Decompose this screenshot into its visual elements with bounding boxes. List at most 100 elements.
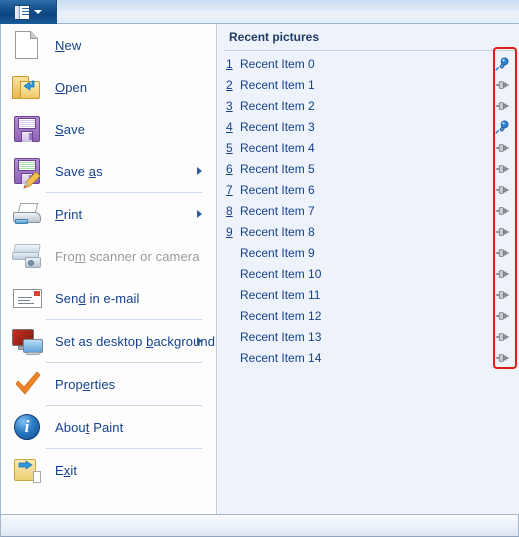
pin-icon-unpinned[interactable] [495, 204, 510, 218]
recent-pictures-list: 1 Recent Item 0 2 Recent Item 1 3 Recent Item… [218, 53, 519, 368]
menu-item-print[interactable]: Print [1, 193, 216, 235]
open-arrow-glyph [23, 80, 35, 91]
printer-icon [11, 198, 43, 230]
recent-item-number: 1 [226, 56, 233, 71]
recent-item-row[interactable]: Recent Item 13 [218, 326, 519, 347]
recent-item-name[interactable]: Recent Item 5 [240, 162, 315, 176]
menu-item-label-save-as: Save as [55, 163, 103, 179]
chevron-down-icon[interactable] [34, 10, 42, 14]
pin-icon-unpinned[interactable] [495, 246, 510, 260]
status-footer [0, 514, 519, 537]
menu-item-label-from-scanner-or-camera: From scanner or camera [55, 248, 200, 264]
pin-icon-unpinned[interactable] [495, 162, 510, 176]
checkmark-glyph [15, 371, 41, 395]
pin-icon-unpinned[interactable] [495, 183, 510, 197]
recent-item-number: 9 [226, 224, 233, 239]
menu-item-label-save: Save [55, 121, 86, 137]
submenu-arrow-icon[interactable] [197, 210, 202, 218]
recent-item-name[interactable]: Recent Item 10 [240, 267, 321, 281]
recent-item-row[interactable]: 8 Recent Item 7 [218, 200, 519, 221]
pin-icon-unpinned[interactable] [495, 267, 510, 281]
recent-pictures-divider [224, 50, 515, 51]
recent-item-number: 5 [226, 140, 233, 155]
recent-item-name[interactable]: Recent Item 14 [240, 351, 321, 365]
save-floppy-icon [11, 113, 43, 145]
about-info-icon: i [11, 411, 43, 443]
pin-icon-unpinned[interactable] [495, 225, 510, 239]
menu-item-about-paint[interactable]: i About Paint [1, 406, 216, 448]
email-envelope-icon [11, 282, 43, 314]
recent-item-name[interactable]: Recent Item 7 [240, 204, 315, 218]
recent-item-name[interactable]: Recent Item 2 [240, 99, 315, 113]
recent-item-row[interactable]: 2 Recent Item 1 [218, 74, 519, 95]
recent-item-row[interactable]: Recent Item 9 [218, 242, 519, 263]
file-menu-icon [14, 4, 30, 20]
open-folder-icon [11, 71, 43, 103]
recent-item-row[interactable]: 5 Recent Item 4 [218, 137, 519, 158]
submenu-arrow-icon[interactable] [197, 167, 202, 175]
menu-item-label-exit: Exit [55, 462, 78, 478]
desktop-background-icon [11, 325, 43, 357]
submenu-arrow-icon[interactable] [197, 337, 202, 345]
exit-arrow-glyph [18, 460, 33, 470]
recent-item-number: 2 [226, 77, 233, 92]
menu-item-save-as[interactable]: Save as [1, 150, 216, 192]
recent-item-name[interactable]: Recent Item 8 [240, 225, 315, 239]
recent-item-name[interactable]: Recent Item 3 [240, 120, 315, 134]
recent-pictures-header: Recent pictures [218, 24, 519, 50]
menu-item-open[interactable]: Open [1, 66, 216, 108]
paint-file-menu-window: New Open Save Save as Print From scanner… [0, 0, 519, 537]
pin-icon-unpinned[interactable] [495, 99, 510, 113]
menu-item-send-in-email[interactable]: Send in e-mail [1, 277, 216, 319]
properties-checkmark-icon [11, 368, 43, 400]
save-as-floppy-icon [11, 155, 43, 189]
pin-icon-unpinned[interactable] [495, 351, 510, 365]
recent-item-name[interactable]: Recent Item 4 [240, 141, 315, 155]
menu-body: New Open Save Save as Print From scanner… [0, 24, 519, 514]
menu-item-from-scanner-or-camera: From scanner or camera [1, 235, 216, 277]
menu-item-label-open: Open [55, 79, 88, 95]
recent-item-name[interactable]: Recent Item 0 [240, 57, 315, 71]
pin-icon-pinned[interactable] [495, 57, 510, 71]
pin-icon-unpinned[interactable] [495, 330, 510, 344]
recent-item-row[interactable]: Recent Item 11 [218, 284, 519, 305]
file-menu-tab[interactable] [0, 0, 57, 24]
pin-icon-unpinned[interactable] [495, 78, 510, 92]
menu-item-label-send-in-email: Send in e-mail [55, 290, 140, 306]
recent-item-name[interactable]: Recent Item 12 [240, 309, 321, 323]
recent-item-row[interactable]: 4 Recent Item 3 [218, 116, 519, 137]
pin-icon-unpinned[interactable] [495, 309, 510, 323]
pin-icon-pinned[interactable] [495, 120, 510, 134]
recent-pictures-title: Recent pictures [229, 30, 320, 44]
pin-icon-unpinned[interactable] [495, 141, 510, 155]
pin-icon-unpinned[interactable] [495, 288, 510, 302]
menu-item-label-properties: Properties [55, 376, 116, 392]
menu-item-set-as-desktop-background[interactable]: Set as desktop background [1, 320, 216, 362]
recent-item-row[interactable]: 3 Recent Item 2 [218, 95, 519, 116]
scanner-camera-icon [11, 240, 43, 272]
title-bar [0, 0, 519, 24]
new-document-icon [11, 29, 43, 61]
menu-item-exit[interactable]: Exit [1, 449, 216, 491]
recent-item-number: 4 [226, 119, 233, 134]
recent-item-name[interactable]: Recent Item 6 [240, 183, 315, 197]
menu-item-new[interactable]: New [1, 24, 216, 66]
menu-item-label-set-as-desktop-background: Set as desktop background [55, 333, 216, 349]
recent-item-number: 6 [226, 161, 233, 176]
recent-item-row[interactable]: 7 Recent Item 6 [218, 179, 519, 200]
recent-item-name[interactable]: Recent Item 13 [240, 330, 321, 344]
recent-item-name[interactable]: Recent Item 11 [240, 288, 320, 302]
recent-item-row[interactable]: 6 Recent Item 5 [218, 158, 519, 179]
menu-item-label-print: Print [55, 206, 83, 222]
menu-item-save[interactable]: Save [1, 108, 216, 150]
recent-item-row[interactable]: 9 Recent Item 8 [218, 221, 519, 242]
recent-item-name[interactable]: Recent Item 1 [240, 78, 315, 92]
menu-item-label-about-paint: About Paint [55, 419, 124, 435]
menu-item-label-new: New [55, 37, 82, 53]
menu-item-properties[interactable]: Properties [1, 363, 216, 405]
recent-item-row[interactable]: Recent Item 14 [218, 347, 519, 368]
recent-item-row[interactable]: Recent Item 10 [218, 263, 519, 284]
recent-item-name[interactable]: Recent Item 9 [240, 246, 315, 260]
recent-item-row[interactable]: Recent Item 12 [218, 305, 519, 326]
recent-item-row[interactable]: 1 Recent Item 0 [218, 53, 519, 74]
